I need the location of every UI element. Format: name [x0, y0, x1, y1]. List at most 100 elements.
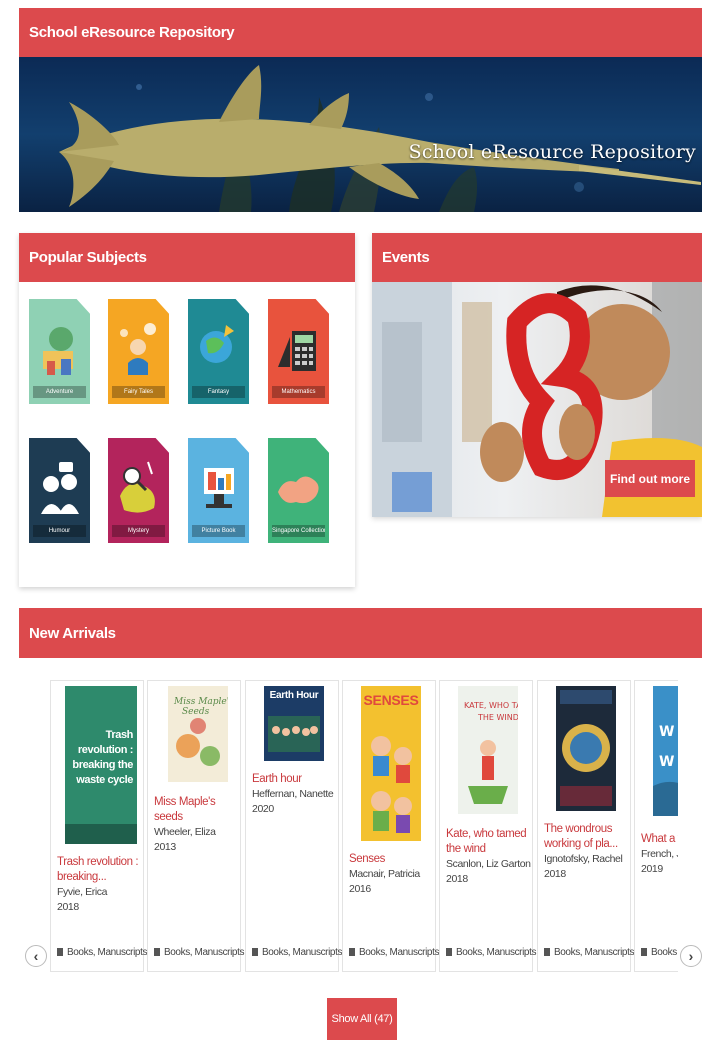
cover-illustration: [371, 736, 412, 833]
subject-tile-mystery[interactable]: Mystery: [108, 438, 169, 543]
new-arrivals-carousel: Trash revolution : breaking the waste cy…: [50, 680, 678, 977]
subject-label: Mystery: [112, 525, 165, 537]
chevron-right-icon[interactable]: ›: [680, 945, 702, 967]
book-author: Heffernan, Nanette: [252, 788, 334, 800]
svg-text:W: W: [659, 754, 674, 770]
book-format-text: Books, Manuscripts: [456, 947, 537, 958]
book-cover[interactable]: KATE, WHO TAMED THE WIND: [458, 686, 518, 814]
cover-illustration: KATE, WHO TAMED THE WIND: [464, 701, 518, 804]
book-card[interactable]: SENSES Senses Macnair, Patricia 2016 Boo…: [342, 680, 439, 972]
book-format-text: Books: [651, 947, 677, 958]
book-title[interactable]: Trash revolution : breaking... Fyvie, Er…: [57, 855, 145, 915]
book-format-text: Books, Manuscripts: [262, 947, 343, 958]
subject-label: Humour: [33, 525, 86, 537]
show-all-button[interactable]: Show All (47): [327, 998, 397, 1040]
new-arrivals-header: New Arrivals: [19, 608, 702, 658]
book-year: 2018: [544, 868, 566, 880]
book-title-text[interactable]: Kate, who tamed the wind: [446, 828, 527, 855]
subject-tile-adventure[interactable]: Adventure: [29, 299, 90, 404]
book-icon: [349, 948, 355, 956]
popular-subjects-header: Popular Subjects: [19, 233, 355, 282]
book-title[interactable]: Miss Maple's seeds Wheeler, Eliza 2013: [154, 795, 242, 855]
book-card[interactable]: Earth Hour Earth hour Heffernan, Nanette…: [245, 680, 343, 972]
book-icon: [544, 948, 550, 956]
find-out-more-button[interactable]: Find out more: [605, 460, 695, 497]
book-icon: [57, 948, 63, 956]
book-card[interactable]: Trash revolution : breaking the waste cy…: [50, 680, 147, 972]
sawfish-illustration: [59, 65, 701, 212]
svg-text:Miss Maple's: Miss Maple's: [173, 697, 228, 707]
book-icon: [252, 948, 258, 956]
new-arrivals-title: New Arrivals: [29, 624, 116, 642]
cover-text: Trash revolution : breaking the waste cy…: [72, 729, 133, 786]
book-year: 2013: [154, 841, 176, 853]
site-title: School eResource Repository: [29, 24, 235, 41]
cover-illustration: W W: [653, 724, 678, 816]
book-title[interactable]: The wondrous working of pla... Ignotofsk…: [544, 822, 632, 882]
book-icon: [446, 948, 452, 956]
calculator-icon: [278, 331, 316, 371]
book-icon: [641, 948, 647, 956]
book-format: Books, Manuscripts: [349, 947, 439, 958]
subject-label: Fairy Tales: [112, 386, 165, 398]
book-title[interactable]: Earth hour Heffernan, Nanette 2020: [252, 772, 340, 817]
fairy-tales-icon: [120, 323, 156, 375]
events-image: Find out more: [372, 282, 702, 517]
subject-tile-picture-book[interactable]: Picture Book: [188, 438, 249, 543]
svg-text:Seeds: Seeds: [182, 707, 210, 717]
book-format: Books, Manuscripts: [544, 947, 634, 958]
book-year: 2020: [252, 803, 274, 815]
subject-label: Fantasy: [192, 386, 245, 398]
book-cover[interactable]: Miss Maple's Seeds: [168, 686, 228, 782]
book-card[interactable]: W W What a w French, Je 2019 Books: [634, 680, 678, 972]
subject-label: Picture Book: [192, 525, 245, 537]
cover-illustration: [268, 716, 320, 752]
book-card[interactable]: Miss Maple's Seeds Miss Maple's seeds Wh…: [147, 680, 245, 972]
book-icon: [154, 948, 160, 956]
book-title[interactable]: What a w French, Je 2019: [641, 832, 678, 877]
popular-subjects-title: Popular Subjects: [29, 249, 147, 266]
book-title-text[interactable]: Senses: [349, 853, 385, 865]
book-format-text: Books, Manuscripts: [164, 947, 245, 958]
events-header: Events: [372, 233, 702, 282]
banner-title: School eResource Repository: [408, 141, 696, 163]
book-cover[interactable]: Earth Hour: [264, 686, 324, 761]
book-author: Scanlon, Liz Garton: [446, 858, 531, 870]
book-author: Fyvie, Erica: [57, 886, 108, 898]
subject-tile-fairy-tales[interactable]: Fairy Tales: [108, 299, 169, 404]
picture-book-icon: [204, 468, 234, 508]
book-title[interactable]: Senses Macnair, Patricia 2016: [349, 852, 437, 897]
chevron-left-icon[interactable]: ‹: [25, 945, 47, 967]
book-cover[interactable]: [556, 686, 616, 811]
subject-tile-singapore-collection[interactable]: Singapore Collection: [268, 438, 329, 543]
cover-illustration: [560, 690, 612, 806]
book-title-text[interactable]: Earth hour: [252, 773, 302, 785]
book-card[interactable]: KATE, WHO TAMED THE WIND Kate, who tamed…: [439, 680, 537, 972]
book-format-text: Books, Manuscripts: [359, 947, 440, 958]
book-title-text[interactable]: Trash revolution : breaking...: [57, 856, 139, 883]
book-cover[interactable]: Trash revolution : breaking the waste cy…: [65, 686, 137, 844]
book-title-text[interactable]: What a w: [641, 833, 678, 845]
subject-tile-mathematics[interactable]: Mathematics: [268, 299, 329, 404]
book-card[interactable]: The wondrous working of pla... Ignotofsk…: [537, 680, 634, 972]
hero-banner: School eResource Repository: [19, 57, 702, 212]
svg-text:W: W: [659, 724, 674, 740]
book-author: French, Je: [641, 848, 678, 860]
subject-tile-humour[interactable]: Humour: [29, 438, 90, 543]
book-title-text[interactable]: Miss Maple's seeds: [154, 796, 216, 823]
book-cover[interactable]: W W: [653, 686, 678, 816]
book-title[interactable]: Kate, who tamed the wind Scanlon, Liz Ga…: [446, 827, 534, 887]
subject-tile-fantasy[interactable]: Fantasy: [188, 299, 249, 404]
book-format: Books, Manuscripts: [57, 947, 147, 958]
subject-label: Singapore Collection: [272, 525, 325, 537]
site-header: School eResource Repository: [19, 8, 702, 57]
book-title-text[interactable]: The wondrous working of pla...: [544, 823, 618, 850]
fantasy-icon: [200, 325, 234, 363]
book-year: 2018: [57, 901, 79, 913]
book-author: Macnair, Patricia: [349, 868, 420, 880]
subject-label: Adventure: [33, 386, 86, 398]
svg-text:KATE, WHO TAMED: KATE, WHO TAMED: [464, 701, 518, 710]
book-format: Books: [641, 947, 677, 958]
book-cover[interactable]: SENSES: [361, 686, 421, 841]
book-author: Ignotofsky, Rachel: [544, 853, 623, 865]
